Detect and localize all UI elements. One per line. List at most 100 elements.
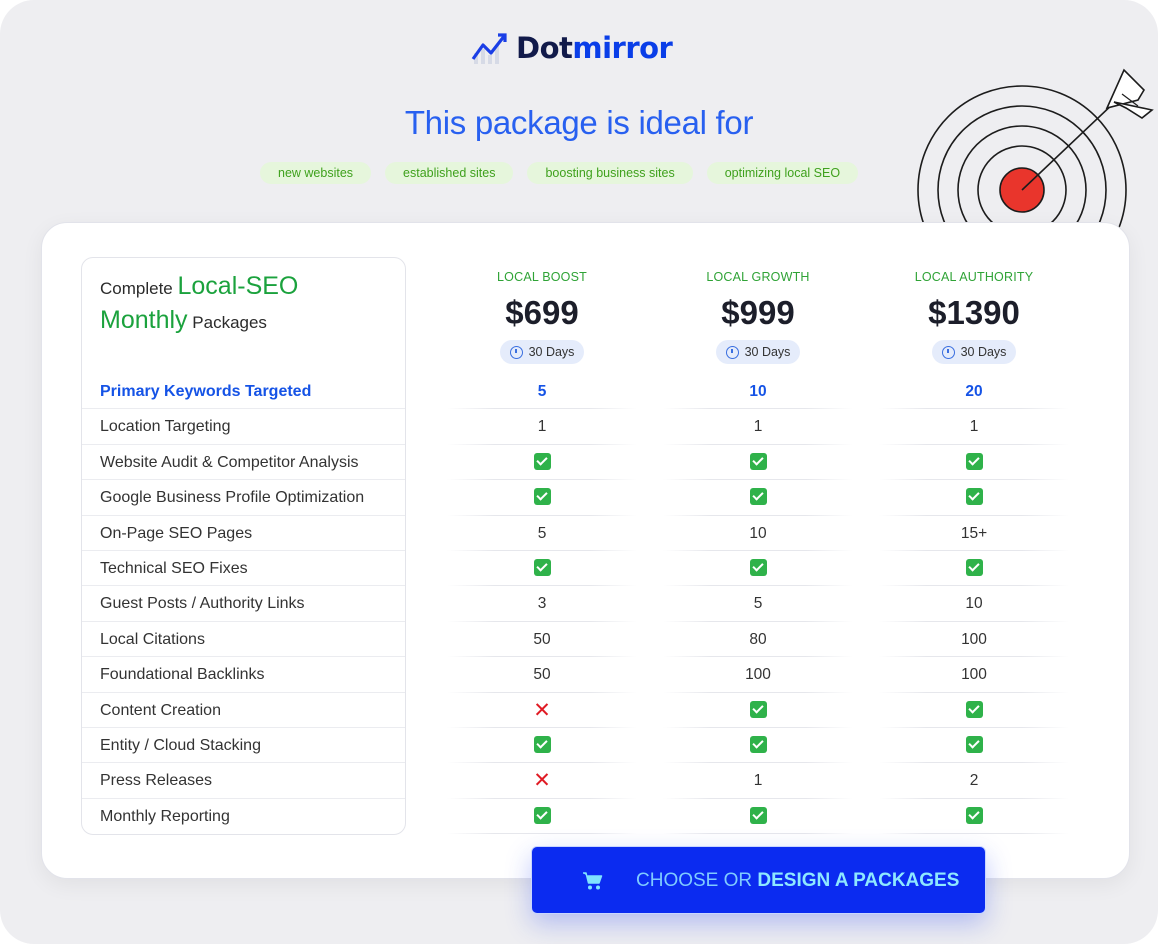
feature-value: ✕ [442,693,642,728]
plan-name: LOCAL BOOST [497,270,587,284]
feature-label: Foundational Backlinks [100,666,265,684]
feature-value: 1 [537,418,547,436]
feature-label: Monthly Reporting [100,807,230,825]
brand-logo[interactable]: Dotmirror [470,28,673,68]
feature-value: ✕ [442,763,642,798]
cross-icon: ✕ [533,697,551,722]
plan-price: $699 [505,294,579,331]
feature-value: 50 [533,666,551,684]
check-icon [965,700,983,718]
table-row: Content Creation ✕ [82,693,1069,728]
table-row: Location Targeting 1 1 1 [82,409,1069,445]
cta-label-part2: DESIGN A PACKAGES [757,870,960,891]
feature-value [874,445,1074,480]
duration-badge: 30 Days [931,340,1017,364]
feature-label: Technical SEO Fixes [100,560,248,577]
feature-label: Entity / Cloud Stacking [100,737,261,754]
feature-value: 5 [753,595,763,613]
feature-label: Primary Keywords Targeted [100,383,312,400]
cross-icon: ✕ [533,768,551,793]
check-icon [749,735,767,753]
feature-label: Content Creation [100,701,221,719]
title-part1: Complete [100,279,178,298]
feature-value: 100 [961,630,987,648]
check-icon [749,806,767,824]
check-icon [533,558,551,576]
table-row: Guest Posts / Authority Links 3 5 10 [82,586,1069,622]
feature-value: 1 [969,418,979,436]
table-row: Technical SEO Fixes [82,551,1069,587]
feature-value: 10 [965,595,983,613]
feature-value: 100 [745,666,771,684]
feature-label: Guest Posts / Authority Links [100,595,305,613]
feature-value [874,693,1074,728]
table-row: Google Business Profile Optimization [82,480,1069,516]
check-icon [965,452,983,470]
feature-value [442,480,642,515]
check-icon [749,558,767,576]
check-icon [533,488,551,506]
feature-value: 50 [533,630,551,648]
feature-value [658,445,858,480]
cta-label-part1: CHOOSE OR [636,870,758,891]
row-divider [879,833,1069,835]
feature-value: 1 [753,772,763,790]
feature-value [442,445,642,480]
feature-value: 20 [965,383,983,400]
cta-label: CHOOSE OR DESIGN A PACKAGES [636,847,959,915]
plan-header-local-growth[interactable]: LOCAL GROWTH $999 30 Days [658,270,858,364]
feature-label: Google Business Profile Optimization [100,489,365,507]
plan-name: LOCAL GROWTH [706,270,810,284]
brand-name: Dotmirror [516,31,673,65]
brand-name-part2: mirror [572,31,673,65]
table-row: Entity / Cloud Stacking [82,728,1069,764]
tag: optimizing local SEO [706,162,859,184]
feature-value [442,728,642,763]
check-icon [965,806,983,824]
check-icon [965,488,983,506]
feature-value [442,551,642,586]
table-row: Local Citations 50 80 100 [82,622,1069,658]
choose-package-button[interactable]: CHOOSE OR DESIGN A PACKAGES [531,846,986,914]
plan-price: $1390 [928,294,1020,331]
feature-value [658,799,858,834]
feature-value [874,480,1074,515]
check-icon [533,806,551,824]
feature-label: Press Releases [100,772,213,790]
feature-value [658,693,858,728]
feature-value [874,799,1074,834]
feature-value [658,551,858,586]
duration-label: 30 Days [528,345,575,359]
title-highlight2: Monthly [100,306,188,334]
feature-value: 3 [537,595,547,613]
title-part2: Packages [187,313,267,332]
feature-value [874,551,1074,586]
check-icon [965,735,983,753]
feature-value [442,799,642,834]
tag-list: new websites established sites boosting … [260,162,859,184]
page-frame: Dotmirror This package is ideal for new … [0,0,1158,944]
tag: established sites [385,162,514,184]
clock-icon [941,345,955,359]
table-row: Foundational Backlinks 50 100 100 [82,657,1069,693]
plan-header-local-boost[interactable]: LOCAL BOOST $699 30 Days [442,270,642,364]
tag: new websites [260,162,372,184]
cart-icon [583,872,603,890]
clock-icon [725,345,739,359]
feature-value [658,728,858,763]
plan-header-local-authority[interactable]: LOCAL AUTHORITY $1390 30 Days [874,270,1074,364]
table-row: On-Page SEO Pages 5 10 15+ [82,516,1069,551]
feature-value: 5 [537,524,547,542]
table-row: Website Audit & Competitor Analysis [82,445,1069,481]
feature-label: Local Citations [100,630,205,648]
feature-value [874,728,1074,763]
row-divider [663,833,853,835]
row-divider [447,833,637,835]
table-row: Monthly Reporting [82,799,1069,835]
plan-price: $999 [721,294,795,331]
feature-value: 10 [749,524,767,542]
check-icon [533,735,551,753]
feature-label: On-Page SEO Pages [100,524,253,542]
duration-label: 30 Days [960,345,1007,359]
feature-value: 15+ [960,524,988,542]
